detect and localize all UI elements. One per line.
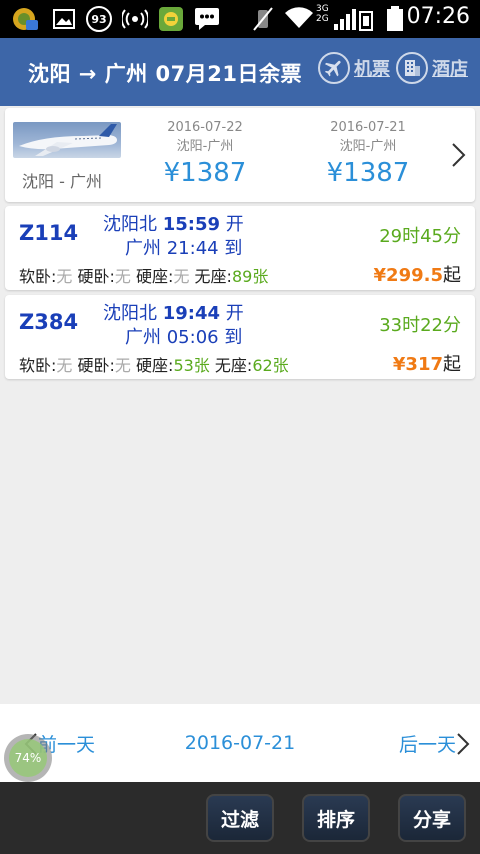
app-green-icon bbox=[158, 6, 184, 32]
arrive-suffix: 到 bbox=[224, 327, 243, 348]
wifi-icon bbox=[284, 6, 314, 34]
seat-availability: 软卧:无 硬卧:无 硬座:无 无座:89张 bbox=[19, 263, 268, 287]
offer-route-label: 沈阳-广州 bbox=[176, 139, 234, 154]
offer-price: ¥1387 bbox=[326, 158, 410, 188]
flight-offer-card[interactable]: 沈阳 - 广州 2016-07-22 沈阳-广州 ¥1387 2016-07-2… bbox=[5, 108, 475, 202]
to-station: 广州 bbox=[125, 238, 161, 259]
battery-icon bbox=[386, 6, 404, 36]
offer-item[interactable]: 2016-07-21 沈阳-广州 ¥1387 bbox=[308, 120, 428, 188]
depart-suffix: 开 bbox=[225, 214, 244, 235]
seat-value: 无 bbox=[114, 356, 131, 375]
duration: 33时22分 bbox=[379, 315, 461, 336]
filter-button[interactable]: 过滤 bbox=[206, 794, 274, 842]
date-navigation: 前一天 2016-07-21 后一天 bbox=[0, 704, 480, 782]
departure-line: 沈阳北 15:59 开 bbox=[103, 210, 244, 236]
price: ¥299.5起 bbox=[374, 261, 461, 287]
train-number: Z114 bbox=[19, 221, 79, 245]
network-3g-label: 3G bbox=[316, 4, 329, 14]
seat-availability: 软卧:无 硬卧:无 硬座:53张 无座:62张 bbox=[19, 352, 289, 376]
price-suffix: 起 bbox=[443, 265, 461, 286]
offer-route-label: 沈阳-广州 bbox=[339, 139, 397, 154]
message-icon bbox=[194, 6, 220, 32]
seat-value: 无 bbox=[56, 356, 73, 375]
chevron-right-icon bbox=[457, 732, 470, 755]
arrival-line: 广州 05:06 到 bbox=[125, 323, 242, 349]
seat-value: 89张 bbox=[231, 267, 269, 286]
app-notification-icon bbox=[12, 6, 40, 32]
hotel-icon bbox=[396, 52, 428, 84]
seat-label: 无座: bbox=[194, 267, 232, 286]
app-header: 沈阳 → 广州 07月21日余票 机票 酒店 bbox=[0, 38, 480, 106]
cell-signal-icon bbox=[334, 6, 374, 36]
airplane-icon bbox=[318, 52, 350, 84]
floating-assistant-ball[interactable]: 74% bbox=[4, 734, 52, 782]
seat-label: 硬座: bbox=[136, 267, 174, 286]
bottom-toolbar: 过滤 排序 分享 bbox=[0, 782, 480, 854]
offer-date: 2016-07-21 bbox=[330, 120, 406, 135]
hotel-button[interactable]: 酒店 bbox=[396, 52, 468, 84]
train-number: Z384 bbox=[19, 310, 79, 334]
wireless-signal-icon bbox=[122, 6, 148, 32]
train-row[interactable]: Z114 沈阳北 15:59 开 广州 21:44 到 29时45分 软卧:无 … bbox=[5, 206, 475, 290]
seat-label: 硬卧: bbox=[77, 267, 115, 286]
sort-button[interactable]: 排序 bbox=[302, 794, 370, 842]
seat-value: 53张 bbox=[173, 356, 210, 375]
offer-date: 2016-07-22 bbox=[167, 120, 243, 135]
from-station: 沈阳北 bbox=[103, 303, 157, 324]
arrive-suffix: 到 bbox=[224, 238, 243, 259]
status-bar: 93 3G 2G 07:26 bbox=[0, 0, 480, 38]
depart-time: 19:44 bbox=[162, 303, 221, 324]
page-title: 沈阳 → 广州 07月21日余票 bbox=[28, 62, 302, 86]
price: ¥317起 bbox=[393, 350, 461, 376]
offer-item[interactable]: 2016-07-22 沈阳-广州 ¥1387 bbox=[145, 120, 265, 188]
next-day-label: 后一天 bbox=[398, 734, 456, 756]
offer-route: 沈阳 - 广州 bbox=[22, 172, 102, 191]
battery-badge-icon: 93 bbox=[86, 6, 112, 32]
airplane-image bbox=[13, 122, 121, 158]
flight-button[interactable]: 机票 bbox=[318, 52, 390, 84]
next-day-button[interactable]: 后一天 bbox=[399, 730, 470, 757]
arrive-time: 21:44 bbox=[166, 238, 219, 259]
depart-time: 15:59 bbox=[162, 214, 221, 235]
seat-value: 无 bbox=[114, 267, 131, 286]
chevron-right-icon[interactable] bbox=[449, 142, 467, 168]
arrival-line: 广州 21:44 到 bbox=[125, 234, 242, 260]
flight-label: 机票 bbox=[354, 59, 390, 80]
price-value: ¥317 bbox=[392, 354, 443, 375]
to-station: 广州 bbox=[125, 327, 161, 348]
clock: 07:26 bbox=[406, 4, 470, 29]
memory-percent: 74% bbox=[9, 739, 47, 777]
arrive-time: 05:06 bbox=[166, 327, 219, 348]
seat-label: 无座: bbox=[214, 356, 253, 375]
seat-label: 软卧: bbox=[19, 356, 57, 375]
hotel-label: 酒店 bbox=[432, 59, 468, 80]
duration: 29时45分 bbox=[379, 226, 461, 247]
network-2g-label: 2G bbox=[316, 14, 329, 24]
share-button[interactable]: 分享 bbox=[398, 794, 466, 842]
network-type-label: 3G 2G bbox=[316, 4, 329, 24]
seat-label: 硬卧: bbox=[77, 356, 115, 375]
offer-price: ¥1387 bbox=[163, 158, 247, 188]
depart-suffix: 开 bbox=[225, 303, 244, 324]
seat-value: 无 bbox=[173, 267, 190, 286]
train-row[interactable]: Z384 沈阳北 19:44 开 广州 05:06 到 33时22分 软卧:无 … bbox=[5, 295, 475, 379]
image-icon bbox=[52, 6, 76, 32]
seat-value: 62张 bbox=[252, 356, 289, 375]
price-value: ¥299.5 bbox=[373, 265, 443, 286]
price-suffix: 起 bbox=[443, 354, 461, 375]
mute-icon bbox=[252, 6, 274, 36]
seat-label: 软卧: bbox=[19, 267, 57, 286]
departure-line: 沈阳北 19:44 开 bbox=[103, 299, 244, 325]
seat-value: 无 bbox=[56, 267, 73, 286]
seat-label: 硬座: bbox=[136, 356, 174, 375]
from-station: 沈阳北 bbox=[103, 214, 157, 235]
